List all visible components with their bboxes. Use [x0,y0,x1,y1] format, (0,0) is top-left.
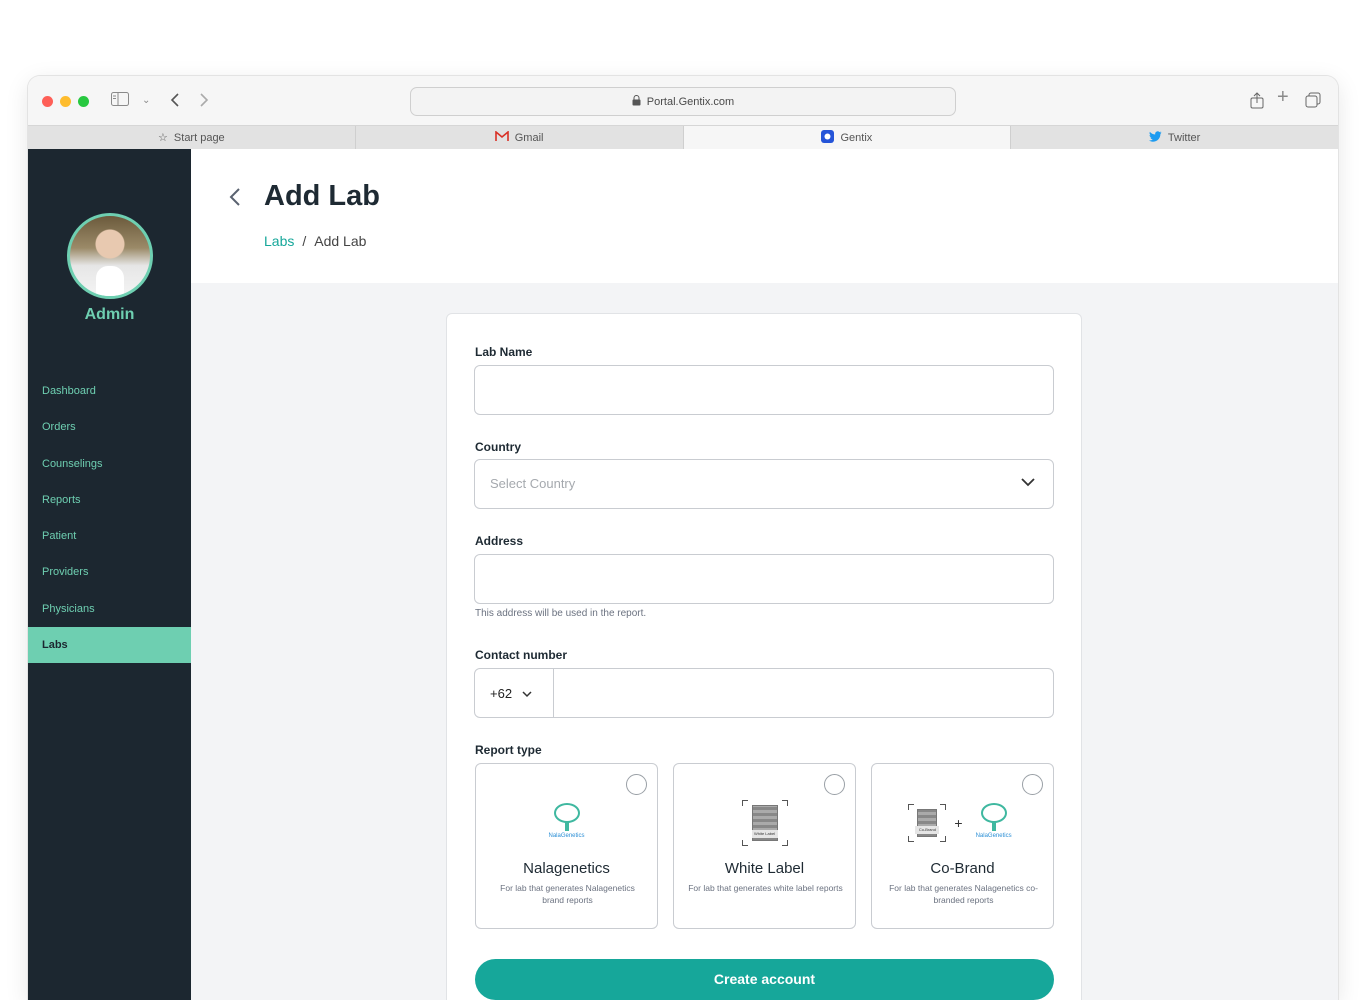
lab-name-input[interactable] [474,365,1054,415]
country-code-select[interactable]: +62 [475,669,554,717]
page-header: Add Lab Labs / Add Lab [191,149,1338,283]
sidebar-item-orders[interactable]: Orders [28,409,191,445]
report-type-title: White Label [724,860,805,877]
country-placeholder: Select Country [490,476,576,491]
sidebar-item-reports[interactable]: Reports [28,482,191,518]
main-content: Lab Name Country Select Country Address … [191,283,1338,1000]
report-type-description: For lab that generates Nalagenetics co-b… [889,883,1038,905]
gentix-icon [821,129,835,146]
plus-icon: + [954,815,963,831]
tab-label: Twitter [1167,131,1201,144]
tab-label: Start page [173,131,225,144]
chevron-down-icon [522,686,532,701]
tab-label: Gmail [514,131,544,144]
forward-nav-icon[interactable] [199,92,209,113]
tree-icon: NalaGenetics [544,801,590,845]
radio-button[interactable] [1022,774,1043,795]
report-type-title: Co-Brand [930,860,995,877]
avatar[interactable] [67,213,153,299]
twitter-icon [1148,130,1162,145]
country-label: Country [475,440,521,454]
report-type-description: For lab that generates Nalagenetics bran… [500,883,635,905]
white-label-logo: White Label [674,800,855,846]
building-icon: Co-Brand [908,804,947,842]
nalagenetics-logo: NalaGenetics [476,800,657,846]
report-type-description: For lab that generates white label repor… [688,883,843,893]
tab-gmail[interactable]: Gmail [356,126,684,149]
radio-button[interactable] [824,774,845,795]
star-icon: ☆ [158,132,168,144]
address-hint: This address will be used in the report. [475,608,647,619]
share-icon[interactable] [1250,92,1264,114]
co-brand-logo: Co-Brand + NalaGenetics [872,800,1053,846]
logo-text: NalaGenetics [975,833,1012,839]
browser-titlebar: ⌄ Portal.Gentix.com + [28,76,1338,125]
chevron-down-icon[interactable]: ⌄ [142,92,150,110]
logo-text: White Label [751,830,778,838]
sidebar-item-counselings[interactable]: Counselings [28,446,191,482]
breadcrumb: Labs / Add Lab [264,233,366,249]
report-type-co-brand[interactable]: Co-Brand + NalaGenetics Co-Brand For lab… [871,763,1054,929]
address-input[interactable] [474,554,1054,604]
maximize-window-button[interactable] [78,96,89,107]
tab-label: Gentix [840,131,873,144]
sidebar-item-labs[interactable]: Labs [28,627,191,664]
minimize-window-button[interactable] [60,96,71,107]
sidebar-nav: Dashboard Orders Counselings Reports Pat… [28,373,191,664]
sidebar-item-dashboard[interactable]: Dashboard [28,373,191,409]
contact-number-input[interactable]: +62 [474,668,1054,718]
sidebar-item-patient[interactable]: Patient [28,518,191,554]
page-title: Add Lab [264,180,380,212]
report-type-title: Nalagenetics [523,860,610,877]
avatar-figure [96,266,124,296]
sidebar: Admin Dashboard Orders Counselings Repor… [28,149,191,1000]
add-lab-form: Lab Name Country Select Country Address … [446,313,1082,1000]
country-code-value: +62 [490,685,513,701]
back-nav-icon[interactable] [170,92,180,113]
tree-icon: NalaGenetics [971,801,1017,845]
gmail-icon [494,129,509,145]
logo-text: NalaGenetics [548,833,585,839]
back-arrow-icon[interactable] [229,187,247,207]
browser-window: ⌄ Portal.Gentix.com + ☆ Start page Gmail… [28,76,1338,1000]
user-name: Admin [84,306,135,323]
report-type-nalagenetics[interactable]: NalaGenetics Nalagenetics For lab that g… [475,763,658,929]
url-text: Portal.Gentix.com [646,95,735,108]
breadcrumb-labs-link[interactable]: Labs [264,233,294,249]
contact-number-label: Contact number [475,648,568,662]
address-label: Address [475,534,524,548]
radio-button[interactable] [626,774,647,795]
logo-tag-text: Co-Brand [915,826,940,834]
tab-gentix[interactable]: Gentix [683,126,1012,149]
lab-name-label: Lab Name [475,345,533,359]
tab-twitter[interactable]: Twitter [1011,126,1338,149]
browser-tab-bar: ☆ Start page Gmail Gentix Twitter [28,125,1338,149]
report-type-label: Report type [475,743,542,757]
country-select[interactable]: Select Country [474,459,1054,509]
building-icon: White Label [741,800,788,846]
tab-start-page[interactable]: ☆ Start page [28,126,356,149]
sidebar-toggle-icon[interactable] [111,92,129,111]
lock-icon [632,94,641,109]
create-account-button[interactable]: Create account [475,959,1054,1000]
report-type-white-label[interactable]: White Label White Label For lab that gen… [673,763,856,929]
new-tab-icon[interactable]: + [1277,87,1289,107]
breadcrumb-separator: / [302,233,307,249]
chevron-down-icon [1021,474,1035,492]
close-window-button[interactable] [42,96,53,107]
address-bar[interactable]: Portal.Gentix.com [410,87,956,116]
tab-overview-icon[interactable] [1305,92,1321,113]
breadcrumb-current: Add Lab [314,233,367,249]
sidebar-item-providers[interactable]: Providers [28,554,191,590]
sidebar-item-physicians[interactable]: Physicians [28,591,191,627]
